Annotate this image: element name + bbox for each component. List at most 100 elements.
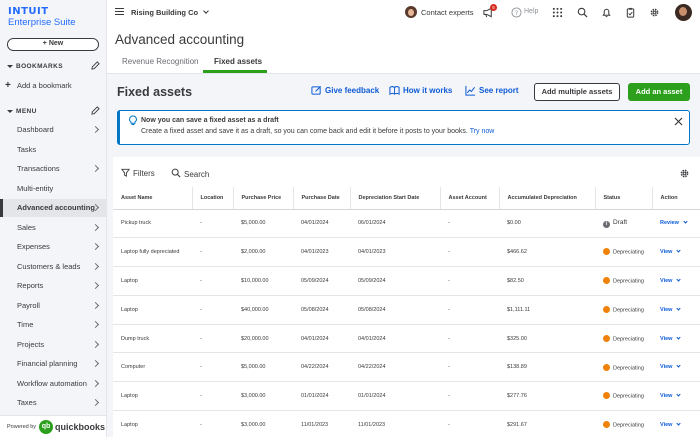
column-header-location[interactable]: Location — [192, 187, 234, 210]
close-icon[interactable] — [674, 117, 683, 126]
tab-fixed-assets[interactable]: Fixed assets — [214, 57, 262, 66]
sidebar-item-transactions[interactable]: Transactions — [0, 160, 106, 178]
new-button[interactable]: + New — [7, 38, 99, 51]
menu-header[interactable]: MENU — [7, 108, 37, 115]
table-row[interactable]: Laptop - $3,000.00 11/01/2023 11/01/2023- $29… — [113, 410, 700, 437]
column-header-depreciation-start-date[interactable]: Depreciation Start Date — [350, 187, 441, 210]
try-now-link[interactable]: Try now — [470, 128, 495, 135]
sidebar-item-projects[interactable]: Projects — [0, 336, 106, 354]
sidebar-item-taxes[interactable]: Taxes — [0, 394, 106, 412]
table-row[interactable]: Computer - $5,000.00 04/22/2024 04/22/2024- $… — [113, 352, 700, 383]
sidebar-item-dashboard[interactable]: Dashboard — [0, 121, 106, 139]
column-header-asset-account[interactable]: Asset Account — [440, 187, 500, 210]
edit-menu-pencil-icon[interactable] — [91, 106, 100, 115]
status-cell: Depreciating — [595, 266, 652, 296]
purchase-price-cell: $5,000.00 — [233, 352, 293, 383]
column-header-accumulated-depreciation[interactable]: Accumulated Depreciation — [499, 187, 596, 210]
sidebar-item-advanced-accounting[interactable]: Advanced accounting — [0, 199, 106, 217]
table-settings-gear-icon[interactable] — [679, 168, 690, 179]
sidebar-item-payroll[interactable]: Payroll — [0, 297, 106, 315]
sidebar-item-time[interactable]: Time — [0, 316, 106, 334]
help-label[interactable]: Help — [524, 8, 538, 15]
sidebar-item-label: Reports — [17, 281, 44, 290]
add-asset-button[interactable]: Add an asset — [628, 83, 690, 101]
table-row[interactable]: Dump truck - $20,000.00 04/01/2024 04/01/202… — [113, 324, 700, 354]
search-icon[interactable] — [577, 7, 588, 18]
filters-button[interactable]: Filters — [121, 168, 155, 178]
table-row[interactable]: Laptop - $3,000.00 01/01/2024 01/01/2024- $27… — [113, 381, 700, 412]
help-circle-icon[interactable]: ? — [511, 7, 522, 18]
sidebar-item-multi-entity[interactable]: Multi-entity — [0, 180, 106, 198]
row-action-button[interactable]: View — [660, 334, 682, 342]
apps-grid-icon[interactable] — [552, 7, 563, 18]
notification-badge: 5 — [490, 4, 497, 11]
asset-account-cell: - — [440, 352, 499, 383]
purchase-price-cell: $5,000.00 — [233, 209, 293, 239]
hamburger-menu-icon[interactable] — [115, 8, 124, 15]
gear-icon[interactable] — [649, 7, 660, 18]
depreciation-start-cell: 04/01/2024 — [350, 324, 440, 354]
row-action-button[interactable]: View — [660, 392, 682, 399]
bell-icon[interactable] — [601, 7, 612, 18]
depreciating-status-icon — [603, 306, 610, 314]
column-header-status[interactable]: Status — [595, 187, 653, 210]
see-report-link[interactable]: See report — [465, 85, 519, 96]
status-cell: Depreciating — [595, 324, 652, 354]
how-it-works-link[interactable]: How it works — [389, 86, 453, 95]
sidebar-item-expenses[interactable]: Expenses — [0, 238, 106, 256]
table-row[interactable]: Laptop - $40,000.00 05/08/2024 05/08/2024- $1… — [113, 295, 700, 325]
row-action-button[interactable]: View — [660, 248, 682, 255]
company-switcher[interactable]: Rising Building Co — [131, 8, 209, 17]
search-placeholder: Search — [184, 170, 210, 179]
chevron-down-icon — [676, 277, 682, 282]
sidebar-item-workflow-automation[interactable]: Workflow automation — [0, 375, 106, 393]
bookmarks-header[interactable]: BOOKMARKS — [7, 63, 63, 70]
sidebar-item-sales[interactable]: Sales — [0, 219, 106, 237]
add-multiple-assets-button[interactable]: Add multiple assets — [534, 83, 620, 101]
user-avatar[interactable] — [675, 4, 692, 21]
purchase-price-cell: $20,000.00 — [233, 324, 293, 354]
filter-icon — [121, 168, 130, 177]
add-bookmark-label: Add a bookmark — [17, 81, 72, 90]
status-badge: Depreciating — [613, 365, 644, 372]
add-bookmark-link[interactable]: + Add a bookmark — [5, 80, 72, 91]
table-row[interactable]: Pickup truck - $5,000.00 04/01/2024 06/01/20… — [113, 209, 700, 239]
column-header-asset-name[interactable]: Asset Name — [113, 187, 193, 210]
company-name: Rising Building Co — [131, 8, 199, 17]
column-header-purchase-date[interactable]: Purchase Date — [293, 187, 351, 210]
status-cell: Depreciating — [595, 381, 652, 412]
action-cell: View — [652, 352, 700, 383]
sidebar-item-financial-planning[interactable]: Financial planning — [0, 355, 106, 373]
row-action-button[interactable]: View — [660, 277, 682, 284]
powered-by-footer: Powered by qb quickbooks — [0, 415, 106, 437]
clipboard-icon[interactable] — [625, 7, 636, 18]
table-search-input[interactable]: Search — [171, 168, 209, 179]
intuit-logo[interactable]: INTUIT Enterprise Suite — [8, 7, 76, 28]
depreciation-start-cell: 01/01/2024 — [350, 381, 440, 412]
sidebar-item-reports[interactable]: Reports — [0, 277, 106, 295]
status-cell: Depreciating — [595, 352, 652, 383]
edit-bookmarks-pencil-icon[interactable] — [91, 61, 100, 70]
sidebar-item-tasks[interactable]: Tasks — [0, 141, 106, 159]
column-header-purchase-price[interactable]: Purchase Price — [233, 187, 294, 210]
action-cell: View — [652, 410, 700, 437]
sidebar-item-customers-leads[interactable]: Customers & leads — [0, 258, 106, 276]
tab-revenue-recognition[interactable]: Revenue Recognition — [122, 57, 199, 66]
how-it-works-label: How it works — [403, 86, 453, 95]
row-action-button[interactable]: View — [660, 306, 682, 313]
table-row[interactable]: Laptop fully depreciated - $2,000.00 04/01/… — [113, 237, 700, 268]
table-row[interactable]: Laptop - $10,000.00 05/09/2024 05/09/2024- $8… — [113, 266, 700, 296]
sidebar-item-label: Financial planning — [17, 359, 78, 368]
chevron-down-icon — [676, 392, 682, 397]
logo-enterprise-suite: Enterprise Suite — [8, 17, 76, 28]
purchase-price-cell: $3,000.00 — [233, 381, 293, 412]
row-action-button[interactable]: Review — [660, 219, 688, 226]
give-feedback-link[interactable]: Give feedback — [311, 86, 379, 95]
see-report-label: See report — [479, 86, 519, 95]
column-header-action[interactable]: Action — [652, 187, 700, 210]
row-action-button[interactable]: View — [660, 421, 682, 428]
row-action-button[interactable]: View — [660, 363, 682, 370]
chevron-down-icon — [676, 421, 682, 426]
action-cell: Review — [652, 209, 700, 239]
location-cell: - — [192, 352, 233, 383]
